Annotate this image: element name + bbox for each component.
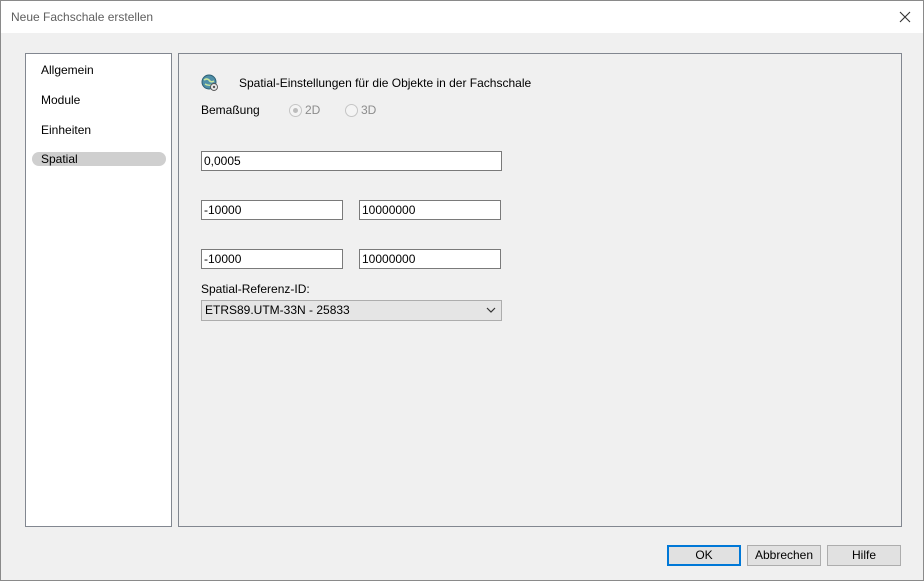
chevron-down-icon [486, 307, 496, 313]
reference-label: Spatial-Referenz-ID: [201, 282, 310, 296]
radio-3d-circle [345, 103, 358, 117]
y-max-field[interactable]: 10000000 [359, 249, 501, 269]
nav-item-label: Spatial [41, 152, 78, 166]
radio-3d[interactable]: 3D [345, 103, 376, 117]
radio-2d-label: 2D [305, 103, 321, 117]
tolerance-field[interactable]: 0,0005 [201, 151, 502, 171]
ok-button[interactable]: OK [667, 545, 741, 566]
dimension-label: Bemaßung [201, 103, 260, 117]
nav-item-label: Module [41, 93, 81, 107]
spatial-reference-select[interactable]: ETRS89.UTM-33N - 25833 [201, 300, 502, 321]
nav-item-label: Einheiten [41, 123, 92, 137]
nav-item-module[interactable]: Module [32, 93, 166, 107]
spatial-settings-panel: Spatial-Einstellungen für die Objekte in… [178, 53, 902, 527]
radio-3d-label: 3D [361, 103, 377, 117]
x-min-field[interactable]: -10000 [201, 200, 343, 220]
radio-2d-circle [289, 103, 302, 117]
nav-item-allgemein[interactable]: Allgemein [32, 63, 166, 77]
radio-2d[interactable]: 2D [289, 103, 320, 117]
close-icon [899, 11, 911, 23]
close-button[interactable] [891, 3, 919, 31]
globe-settings-icon [201, 74, 218, 91]
x-max-field[interactable]: 10000000 [359, 200, 501, 220]
spatial-reference-value: ETRS89.UTM-33N - 25833 [205, 303, 350, 317]
nav-item-einheiten[interactable]: Einheiten [32, 123, 166, 137]
y-min-field[interactable]: -10000 [201, 249, 343, 269]
title-bar: Neue Fachschale erstellen [1, 1, 923, 33]
dialog-window: Neue Fachschale erstellen Allgemein Modu… [0, 0, 924, 581]
panel-header: Spatial-Einstellungen für die Objekte in… [239, 76, 532, 90]
cancel-button[interactable]: Abbrechen [747, 545, 821, 566]
nav-item-spatial[interactable]: Spatial [32, 152, 166, 166]
navigation-list: Allgemein Module Einheiten Spatial [25, 53, 172, 527]
window-title: Neue Fachschale erstellen [11, 10, 154, 24]
help-button[interactable]: Hilfe [827, 545, 901, 566]
nav-item-label: Allgemein [41, 63, 94, 77]
